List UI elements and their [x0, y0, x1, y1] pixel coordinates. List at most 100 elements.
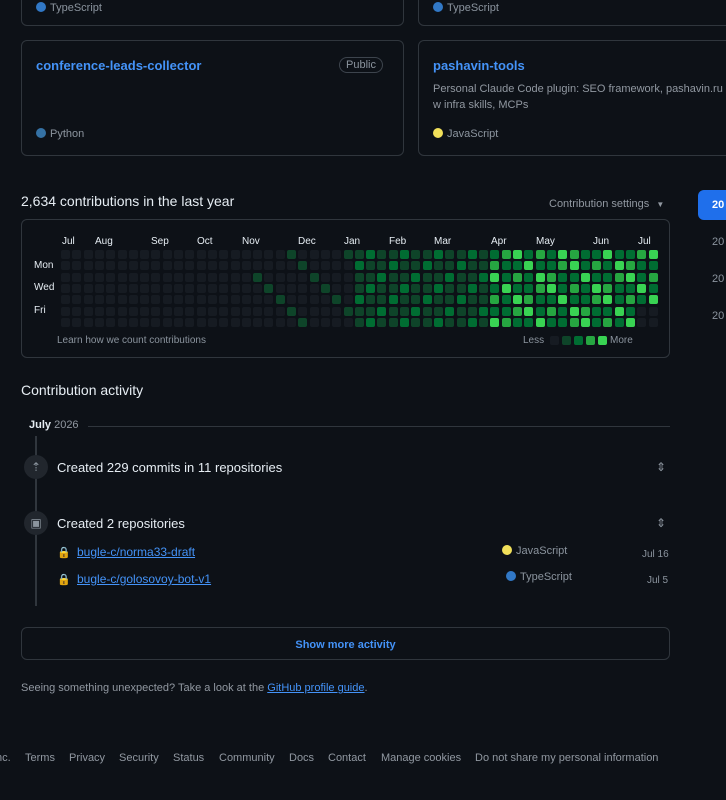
contribution-day-cell[interactable]: [637, 317, 647, 327]
contribution-day-cell[interactable]: [309, 295, 319, 305]
contribution-day-cell[interactable]: [354, 295, 364, 305]
contribution-day-cell[interactable]: [162, 283, 172, 293]
footer-docs-link[interactable]: Docs: [289, 752, 314, 764]
contribution-day-cell[interactable]: [558, 295, 568, 305]
contribution-day-cell[interactable]: [354, 317, 364, 327]
contribution-day-cell[interactable]: [388, 272, 398, 282]
contribution-day-cell[interactable]: [264, 250, 274, 259]
repo-name-link[interactable]: conference-leads-collector: [36, 58, 201, 73]
contribution-day-cell[interactable]: [626, 317, 635, 327]
contribution-day-cell[interactable]: [501, 272, 511, 282]
contribution-day-cell[interactable]: [626, 306, 635, 316]
year-button[interactable]: 20: [698, 236, 726, 248]
contribution-day-cell[interactable]: [207, 250, 217, 259]
contribution-day-cell[interactable]: [72, 295, 82, 305]
contribution-day-cell[interactable]: [490, 250, 500, 259]
contribution-day-cell[interactable]: [592, 272, 602, 282]
contribution-day-cell[interactable]: [309, 306, 319, 316]
contribution-day-cell[interactable]: [569, 250, 579, 259]
contribution-day-cell[interactable]: [626, 272, 635, 282]
contribution-day-cell[interactable]: [219, 261, 229, 271]
contribution-day-cell[interactable]: [354, 272, 364, 282]
contribution-day-cell[interactable]: [614, 306, 624, 316]
contribution-day-cell[interactable]: [309, 261, 319, 271]
contribution-day-cell[interactable]: [219, 272, 229, 282]
contribution-day-cell[interactable]: [648, 272, 658, 282]
contribution-day-cell[interactable]: [592, 295, 602, 305]
contribution-day-cell[interactable]: [72, 283, 82, 293]
contribution-day-cell[interactable]: [320, 261, 330, 271]
contribution-day-cell[interactable]: [400, 317, 409, 327]
contribution-day-cell[interactable]: [253, 261, 263, 271]
contribution-day-cell[interactable]: [637, 283, 647, 293]
contribution-day-cell[interactable]: [558, 261, 568, 271]
contribution-day-cell[interactable]: [411, 306, 421, 316]
contribution-day-cell[interactable]: [456, 261, 466, 271]
contribution-day-cell[interactable]: [253, 317, 263, 327]
contribution-day-cell[interactable]: [151, 295, 161, 305]
contribution-day-cell[interactable]: [196, 261, 206, 271]
contribution-day-cell[interactable]: [614, 295, 624, 305]
contribution-day-cell[interactable]: [287, 295, 296, 305]
contribution-day-cell[interactable]: [140, 295, 150, 305]
contribution-day-cell[interactable]: [354, 261, 364, 271]
contribution-day-cell[interactable]: [433, 272, 443, 282]
contribution-day-cell[interactable]: [580, 261, 590, 271]
contribution-day-cell[interactable]: [196, 250, 206, 259]
contribution-day-cell[interactable]: [230, 272, 240, 282]
contribution-day-cell[interactable]: [388, 261, 398, 271]
contribution-day-cell[interactable]: [332, 283, 342, 293]
contribution-day-cell[interactable]: [535, 261, 545, 271]
contribution-day-cell[interactable]: [230, 283, 240, 293]
contribution-day-cell[interactable]: [513, 306, 522, 316]
contribution-day-cell[interactable]: [479, 317, 489, 327]
contribution-day-cell[interactable]: [185, 261, 195, 271]
created-repo-link[interactable]: bugle-c/golosovoy-bot-v1: [77, 572, 211, 586]
contribution-day-cell[interactable]: [626, 250, 635, 259]
contribution-day-cell[interactable]: [479, 306, 489, 316]
contribution-day-cell[interactable]: [343, 272, 353, 282]
contribution-day-cell[interactable]: [72, 250, 82, 259]
contribution-day-cell[interactable]: [174, 317, 183, 327]
contribution-day-cell[interactable]: [117, 283, 127, 293]
contribution-day-cell[interactable]: [490, 306, 500, 316]
contribution-day-cell[interactable]: [513, 272, 522, 282]
contribution-day-cell[interactable]: [648, 306, 658, 316]
contribution-day-cell[interactable]: [162, 272, 172, 282]
contribution-day-cell[interactable]: [106, 306, 116, 316]
contribution-day-cell[interactable]: [151, 317, 161, 327]
contribution-day-cell[interactable]: [501, 283, 511, 293]
contribution-day-cell[interactable]: [456, 295, 466, 305]
contribution-day-cell[interactable]: [648, 261, 658, 271]
contribution-day-cell[interactable]: [140, 283, 150, 293]
contribution-day-cell[interactable]: [524, 272, 534, 282]
contribution-day-cell[interactable]: [400, 272, 409, 282]
contribution-day-cell[interactable]: [490, 317, 500, 327]
contribution-day-cell[interactable]: [580, 283, 590, 293]
contribution-day-cell[interactable]: [287, 272, 296, 282]
contribution-day-cell[interactable]: [546, 295, 556, 305]
contribution-day-cell[interactable]: [501, 250, 511, 259]
contribution-day-cell[interactable]: [94, 261, 104, 271]
contribution-day-cell[interactable]: [151, 272, 161, 282]
contribution-day-cell[interactable]: [467, 283, 477, 293]
contribution-day-cell[interactable]: [546, 283, 556, 293]
contribution-day-cell[interactable]: [603, 250, 613, 259]
contribution-day-cell[interactable]: [264, 306, 274, 316]
contribution-day-cell[interactable]: [422, 261, 432, 271]
contribution-day-cell[interactable]: [524, 295, 534, 305]
contribution-day-cell[interactable]: [377, 261, 387, 271]
contribution-day-cell[interactable]: [298, 317, 308, 327]
contribution-day-cell[interactable]: [332, 306, 342, 316]
contribution-day-cell[interactable]: [241, 295, 251, 305]
contribution-day-cell[interactable]: [569, 317, 579, 327]
contribution-day-cell[interactable]: [140, 261, 150, 271]
contribution-day-cell[interactable]: [467, 261, 477, 271]
contribution-day-cell[interactable]: [456, 317, 466, 327]
contribution-day-cell[interactable]: [196, 317, 206, 327]
contribution-day-cell[interactable]: [287, 261, 296, 271]
contribution-day-cell[interactable]: [332, 295, 342, 305]
contribution-day-cell[interactable]: [648, 283, 658, 293]
contribution-day-cell[interactable]: [128, 306, 138, 316]
contribution-day-cell[interactable]: [479, 283, 489, 293]
